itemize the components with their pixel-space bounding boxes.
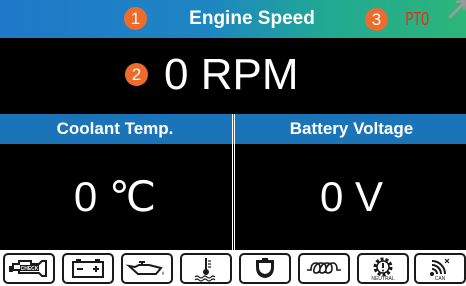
neutral-gear-indicator: NEUTRAL [357, 253, 409, 284]
glow-plug-indicator [298, 253, 350, 284]
battery-voltage-value: 0 V [237, 144, 466, 250]
engine-monitor-screen: 1 Engine Speed 3 PTO 2 0 RPM Coolant Tem… [0, 0, 466, 286]
oil-pressure-icon [125, 261, 164, 275]
header-bar: 1 Engine Speed 3 PTO [0, 0, 466, 38]
battery-icon [72, 259, 104, 278]
coolant-temperature-icon [194, 258, 216, 282]
engine-speed-value: 0 RPM [164, 50, 299, 99]
can-signal-indicator: CAN [414, 253, 466, 284]
panel-divider [230, 114, 237, 144]
fuel-water-separator-icon [256, 258, 274, 278]
panel-divider [230, 144, 237, 250]
callout-marker-1: 1 [124, 7, 147, 30]
glow-plug-icon [307, 262, 341, 274]
battery-voltage-label: Battery Voltage [237, 114, 466, 144]
check-engine-icon: CHECK [9, 260, 47, 277]
can-label: CAN [434, 276, 446, 282]
check-engine-indicator: CHECK [3, 253, 55, 284]
oil-pressure-indicator [121, 253, 173, 284]
callout-marker-3: 3 [365, 8, 388, 31]
callout-marker-2: 2 [125, 63, 148, 86]
svg-text:CHECK: CHECK [21, 266, 39, 272]
coolant-temperature-indicator [180, 253, 232, 284]
corner-arrow-icon [447, 0, 466, 20]
neutral-label: NEUTRAL [371, 276, 395, 282]
page-title: Engine Speed [189, 8, 315, 29]
battery-indicator [62, 253, 114, 284]
pto-indicator: PTO [405, 9, 429, 30]
fuel-water-separator-indicator [239, 253, 291, 284]
coolant-temp-value: 0 ℃ [0, 144, 230, 250]
coolant-temp-label: Coolant Temp. [0, 114, 230, 144]
